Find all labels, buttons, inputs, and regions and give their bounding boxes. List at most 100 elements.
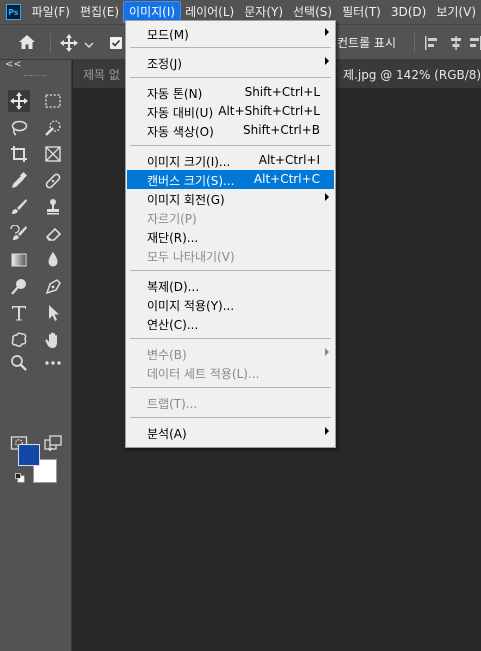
align-left-icon[interactable] [424, 35, 440, 54]
menu-image[interactable]: 이미지(I) [123, 1, 182, 23]
marquee-tool-icon[interactable] [42, 90, 64, 112]
submenu-arrow-icon [325, 57, 329, 65]
menu-item-label: 변수(B) [147, 348, 187, 362]
eyedropper-tool-icon[interactable] [8, 170, 30, 192]
hand-tool-icon[interactable] [42, 329, 64, 351]
menu-item-apply-image[interactable]: 이미지 적용(Y)... [127, 295, 334, 314]
type-tool-icon[interactable] [8, 302, 30, 324]
menu-item-variables[interactable]: 변수(B) [127, 344, 334, 363]
menu-item-shortcut: Alt+Ctrl+C [253, 172, 320, 186]
menu-item-label: 재단(R)... [147, 231, 199, 245]
menu-item-label: 자동 톤(N) [147, 87, 203, 101]
menu-item-label: 이미지 회전(G) [147, 193, 225, 207]
default-colors-icon[interactable] [15, 472, 25, 483]
history-brush-tool-icon[interactable] [8, 223, 30, 245]
menu-item-calculations[interactable]: 연산(C)... [127, 314, 334, 333]
brush-tool-icon[interactable] [8, 196, 30, 218]
menu-item-label: 분석(A) [147, 427, 187, 441]
eraser-tool-icon[interactable] [42, 223, 64, 245]
quick-selection-tool-icon[interactable] [42, 117, 64, 139]
menu-item-label: 자동 대비(U) [147, 106, 214, 120]
menu-item-label: 모두 나타내기(V) [147, 250, 235, 264]
submenu-arrow-icon [325, 427, 329, 435]
menu-item-auto-tone[interactable]: 자동 톤(N) Shift+Ctrl+L [127, 83, 334, 102]
submenu-arrow-icon [325, 348, 329, 356]
menu-item-label: 연산(C)... [147, 318, 199, 332]
menu-item-label: 이미지 크기(I)... [147, 155, 231, 169]
zoom-tool-icon[interactable] [8, 352, 30, 374]
menu-view[interactable]: 보기(V) [431, 2, 481, 22]
align-center-icon[interactable] [448, 35, 464, 54]
document-tab-active[interactable]: 제.jpg @ 142% (RGB/8) * [343, 66, 481, 83]
move-tool-icon[interactable] [8, 90, 30, 112]
clone-stamp-tool-icon[interactable] [42, 196, 64, 218]
foreground-color-swatch[interactable] [18, 444, 40, 466]
menu-item-label: 캔버스 크기(S)... [147, 174, 235, 188]
show-transform-controls-label[interactable]: 컨트롤 표시 [337, 34, 396, 51]
menu-divider [130, 145, 331, 146]
document-tab-inactive[interactable]: 제목 없 [83, 66, 120, 83]
submenu-arrow-icon [325, 28, 329, 36]
menu-item-label: 모드(M) [147, 28, 189, 42]
pen-tool-icon[interactable] [42, 276, 64, 298]
move-tool-icon[interactable] [60, 34, 78, 55]
collapse-panel-button[interactable]: << [5, 59, 22, 70]
custom-shape-tool-icon[interactable] [8, 329, 30, 351]
menu-item-auto-color[interactable]: 자동 색상(O) Shift+Ctrl+B [127, 121, 334, 140]
menu-item-label: 이미지 적용(Y)... [147, 299, 235, 313]
photoshop-logo: Ps [6, 4, 21, 20]
menu-item-shortcut: Shift+Ctrl+L [244, 85, 320, 99]
menu-item-shortcut: Alt+Shift+Ctrl+L [218, 104, 320, 118]
menu-item-auto-contrast[interactable]: 자동 대비(U) Alt+Shift+Ctrl+L [127, 102, 334, 121]
menu-item-duplicate[interactable]: 복제(D)... [127, 276, 334, 295]
menu-file[interactable]: 파일(F) [27, 2, 75, 22]
menu-3d[interactable]: 3D(D) [386, 2, 431, 22]
menu-item-shortcut: Shift+Ctrl+B [243, 123, 320, 137]
menu-item-canvas-size[interactable]: 캔버스 크기(S)... Alt+Ctrl+C [127, 170, 334, 189]
crop-tool-icon[interactable] [8, 143, 30, 165]
dodge-tool-icon[interactable] [8, 276, 30, 298]
menu-item-image-rotation[interactable]: 이미지 회전(G) [127, 189, 334, 208]
home-icon[interactable] [18, 34, 36, 53]
menu-item-reveal-all[interactable]: 모두 나타내기(V) [127, 246, 334, 265]
menu-item-trap[interactable]: 트랩(T)... [127, 393, 334, 412]
menu-layer[interactable]: 레이어(L) [180, 2, 239, 22]
menu-divider [130, 417, 331, 418]
menu-select[interactable]: 선택(S) [288, 2, 337, 22]
menu-edit[interactable]: 편집(E) [75, 2, 124, 22]
gradient-tool-icon[interactable] [8, 249, 30, 271]
menu-filter[interactable]: 필터(T) [337, 2, 386, 22]
menu-item-analysis[interactable]: 분석(A) [127, 423, 334, 442]
menu-item-label: 조정(J) [147, 57, 182, 71]
menu-item-trim[interactable]: 재단(R)... [127, 227, 334, 246]
blur-tool-icon[interactable] [42, 249, 64, 271]
frame-tool-icon[interactable] [42, 143, 64, 165]
submenu-arrow-icon [325, 193, 329, 201]
image-menu-dropdown: 모드(M) 조정(J) 자동 톤(N) Shift+Ctrl+L 자동 대비(U… [125, 20, 336, 448]
auto-select-checkbox[interactable] [110, 37, 122, 49]
menu-item-crop[interactable]: 자르기(P) [127, 208, 334, 227]
menu-divider [130, 77, 331, 78]
menu-item-apply-data-set[interactable]: 데이터 세트 적용(L)... [127, 363, 334, 382]
menu-item-image-size[interactable]: 이미지 크기(I)... Alt+Ctrl+I [127, 151, 334, 170]
path-selection-tool-icon[interactable] [42, 302, 64, 324]
menu-item-label: 트랩(T)... [147, 397, 198, 411]
menu-divider [130, 47, 331, 48]
menu-item-label: 자르기(P) [147, 212, 197, 226]
menu-item-label: 자동 색상(O) [147, 125, 214, 139]
panel-grip[interactable] [24, 75, 46, 78]
menu-divider [130, 387, 331, 388]
menu-divider [130, 270, 331, 271]
align-right-icon[interactable] [470, 35, 481, 54]
menu-type[interactable]: 문자(Y) [239, 2, 288, 22]
menu-divider [130, 338, 331, 339]
healing-brush-tool-icon[interactable] [42, 170, 64, 192]
more-tools-icon[interactable] [42, 352, 64, 374]
menu-item-mode[interactable]: 모드(M) [127, 24, 334, 43]
lasso-tool-icon[interactable] [8, 117, 30, 139]
screen-mode-icon[interactable] [42, 432, 64, 454]
menu-item-adjustments[interactable]: 조정(J) [127, 53, 334, 72]
menu-item-label: 데이터 세트 적용(L)... [147, 367, 260, 381]
chevron-down-icon[interactable] [84, 39, 94, 53]
menu-item-label: 복제(D)... [147, 280, 200, 294]
